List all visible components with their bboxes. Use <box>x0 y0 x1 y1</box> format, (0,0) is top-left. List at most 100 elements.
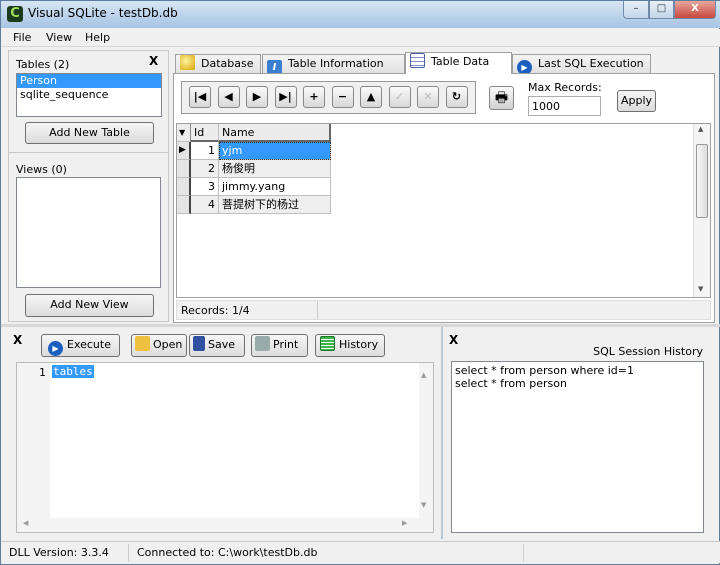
delete-icon: − <box>337 90 348 103</box>
tab-label: Last SQL Execution <box>538 57 644 70</box>
print-button[interactable]: Print <box>251 334 308 357</box>
app-logo-icon: C <box>7 6 23 22</box>
scroll-up-icon[interactable]: ▲ <box>421 371 426 379</box>
grid-icon <box>410 53 425 68</box>
tab-database[interactable]: Database <box>175 54 261 74</box>
open-button[interactable]: Open <box>131 334 187 357</box>
close-history-panel-icon[interactable]: X <box>449 333 458 347</box>
tables-list[interactable]: Person sqlite_sequence <box>16 73 162 117</box>
splitter[interactable] <box>441 327 443 539</box>
insert-icon: + <box>309 90 319 103</box>
nav-edit-button[interactable]: ▲ <box>360 86 382 108</box>
print-grid-button[interactable]: 🖶 <box>489 86 514 110</box>
cell-name[interactable]: jimmy.yang <box>219 178 331 196</box>
nav-delete-button[interactable]: − <box>331 86 354 108</box>
nav-cancel-button[interactable]: ✕ <box>417 86 439 108</box>
cell-id[interactable]: 1 <box>191 142 219 160</box>
status-bar: DLL Version: 3.3.4 Connected to: C:\work… <box>1 541 720 563</box>
tab-last-sql-execution[interactable]: ▶ Last SQL Execution <box>512 54 651 75</box>
close-button[interactable]: X <box>674 1 716 19</box>
cell-name[interactable]: yjm <box>219 142 331 160</box>
scroll-down-icon[interactable]: ▼ <box>421 501 426 509</box>
save-button[interactable]: Save <box>189 334 245 357</box>
editor-text-area[interactable] <box>50 363 419 518</box>
column-header-id[interactable]: Id <box>191 124 219 142</box>
sql-editor[interactable]: 1 tables ▲ ▼ ◀ ▶ <box>16 362 434 533</box>
scroll-up-icon[interactable]: ▲ <box>698 125 703 133</box>
app-window: C Visual SQLite - testDb.db – □ X File V… <box>0 0 720 565</box>
cell-id[interactable]: 3 <box>191 178 219 196</box>
history-button[interactable]: History <box>315 334 385 357</box>
menu-help[interactable]: Help <box>85 31 110 44</box>
nav-post-button[interactable]: ✓ <box>388 86 411 108</box>
tables-views-panel: Tables (2) X Person sqlite_sequence Add … <box>8 50 169 322</box>
grid-vertical-scrollbar[interactable]: ▲ ▼ <box>693 124 710 297</box>
tab-label: Table Information <box>288 57 384 70</box>
records-count: Records: 1/4 <box>181 304 250 317</box>
line-number: 1 <box>39 366 46 379</box>
tables-label: Tables (2) <box>16 58 70 71</box>
history-list[interactable]: select * from person where id=1 select *… <box>451 361 704 533</box>
table-item-person[interactable]: Person <box>17 74 161 88</box>
table-item-sqlite-sequence[interactable]: sqlite_sequence <box>17 88 161 102</box>
last-icon: ▶| <box>279 90 292 103</box>
history-item[interactable]: select * from person where id=1 <box>455 364 700 377</box>
scrollbar-thumb[interactable] <box>696 144 708 218</box>
apply-button[interactable]: Apply <box>617 90 656 112</box>
history-label: SQL Session History <box>593 345 703 358</box>
scroll-left-icon[interactable]: ◀ <box>23 519 28 527</box>
magnifier-icon <box>180 55 195 70</box>
splitter[interactable] <box>1 324 720 327</box>
nav-insert-button[interactable]: + <box>303 86 325 108</box>
sql-text[interactable]: tables <box>52 365 94 378</box>
scroll-right-icon[interactable]: ▶ <box>402 519 407 527</box>
window-title: Visual SQLite - testDb.db <box>28 6 178 20</box>
minimize-button[interactable]: – <box>623 1 649 19</box>
menu-file[interactable]: File <box>13 31 31 44</box>
column-menu-icon[interactable]: ▼ <box>177 124 191 142</box>
row-indicator[interactable] <box>177 196 191 214</box>
add-new-view-button[interactable]: Add New View <box>25 294 154 317</box>
nav-last-button[interactable]: ▶| <box>274 86 297 108</box>
nav-prior-button[interactable]: ◀ <box>217 86 240 108</box>
tab-table-data[interactable]: Table Data <box>405 52 512 74</box>
nav-next-button[interactable]: ▶ <box>246 86 268 108</box>
close-tables-panel-icon[interactable]: X <box>149 54 158 68</box>
cell-id[interactable]: 2 <box>191 160 219 178</box>
data-grid: ▼ Id Name ▶ 1 yjm 2 杨俊明 3 jimmy.yang 4 菩提树下的杨过 ▲ ▼ <box>176 123 711 298</box>
prior-icon: ◀ <box>224 90 233 103</box>
play-icon: ▶ <box>48 341 63 356</box>
folder-open-icon <box>135 336 150 351</box>
scroll-down-icon[interactable]: ▼ <box>698 285 703 293</box>
close-sql-panel-icon[interactable]: X <box>13 333 22 347</box>
menu-view[interactable]: View <box>46 31 72 44</box>
tab-table-information[interactable]: I Table Information <box>262 54 405 75</box>
button-label: History <box>339 338 379 351</box>
records-footer: Records: 1/4 <box>176 300 711 320</box>
column-header-name[interactable]: Name <box>219 124 331 142</box>
tab-label: Table Data <box>431 55 490 68</box>
cell-name[interactable]: 杨俊明 <box>219 160 331 178</box>
add-new-table-button[interactable]: Add New Table <box>25 122 154 144</box>
maximize-button[interactable]: □ <box>649 1 674 19</box>
cell-name[interactable]: 菩提树下的杨过 <box>219 196 331 214</box>
button-label: Open <box>153 338 183 351</box>
menu-bar: File View Help <box>1 29 720 47</box>
printer-icon: 🖶 <box>494 90 509 106</box>
cell-id[interactable]: 4 <box>191 196 219 214</box>
button-label: Print <box>273 338 299 351</box>
execute-button[interactable]: ▶ Execute <box>41 334 120 357</box>
edit-icon: ▲ <box>366 90 376 103</box>
floppy-disk-icon <box>193 336 205 351</box>
views-list[interactable] <box>16 177 161 288</box>
row-indicator[interactable]: ▶ <box>177 142 191 160</box>
max-records-input[interactable] <box>528 96 601 116</box>
history-list-icon <box>320 336 335 351</box>
printer-icon <box>255 336 270 351</box>
row-indicator[interactable] <box>177 178 191 196</box>
nav-refresh-button[interactable]: ↻ <box>445 86 468 108</box>
history-item[interactable]: select * from person <box>455 377 700 390</box>
row-indicator[interactable] <box>177 160 191 178</box>
nav-first-button[interactable]: |◀ <box>189 86 211 108</box>
button-label: Execute <box>67 338 111 351</box>
